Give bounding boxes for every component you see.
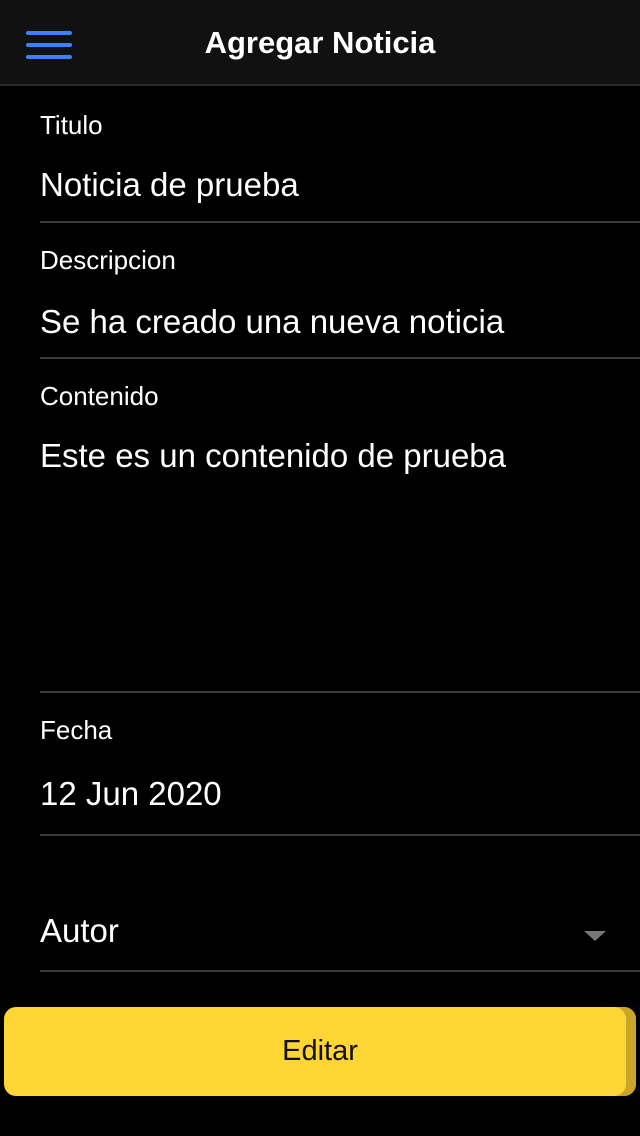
fecha-label: Fecha xyxy=(40,715,113,745)
autor-select-placeholder[interactable]: Autor xyxy=(40,912,119,950)
autor-select[interactable]: Autor xyxy=(40,836,640,972)
hamburger-menu-icon[interactable] xyxy=(18,22,80,66)
descripcion-label: Descripcion xyxy=(40,245,176,275)
fecha-field[interactable]: Fecha 12 Jun 2020 xyxy=(40,693,640,836)
menu-bar xyxy=(26,55,72,59)
page-title: Agregar Noticia xyxy=(204,25,436,60)
titulo-field[interactable]: Titulo Noticia de prueba xyxy=(40,86,640,223)
contenido-label: Contenido xyxy=(40,381,159,411)
fecha-date-input[interactable]: 12 Jun 2020 xyxy=(40,775,222,813)
descripcion-input[interactable]: Se ha creado una nueva noticia xyxy=(40,303,504,341)
app-toolbar: Agregar Noticia xyxy=(0,0,640,86)
contenido-textarea[interactable]: Este es un contenido de prueba xyxy=(40,437,506,475)
caret-down-icon[interactable] xyxy=(584,931,606,941)
titulo-label: Titulo xyxy=(40,110,103,140)
menu-bar xyxy=(26,43,72,47)
menu-bar xyxy=(26,31,72,35)
descripcion-field[interactable]: Descripcion Se ha creado una nueva notic… xyxy=(40,223,640,359)
contenido-field[interactable]: Contenido Este es un contenido de prueba xyxy=(40,359,640,693)
editar-button[interactable]: Editar xyxy=(4,1007,636,1096)
titulo-input[interactable]: Noticia de prueba xyxy=(40,166,299,204)
